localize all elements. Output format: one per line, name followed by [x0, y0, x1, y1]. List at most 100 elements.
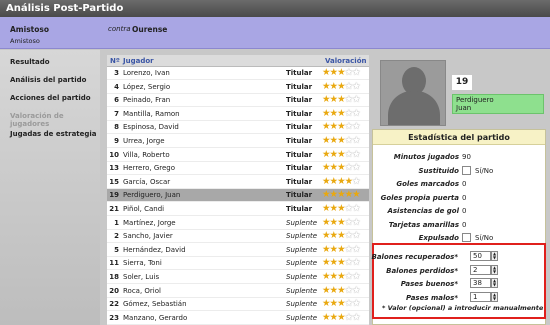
star-filled-icon[interactable]: ★	[337, 312, 345, 323]
table-row[interactable]: 21 Piñol, Candi Titular ★★★★★	[107, 203, 369, 216]
rating-stars[interactable]: ★★★★★	[322, 81, 361, 93]
star-filled-icon[interactable]: ★	[330, 244, 338, 255]
rating-stars[interactable]: ★★★★★	[322, 257, 361, 269]
star-filled-icon[interactable]: ★	[322, 244, 330, 255]
star-empty-icon[interactable]: ★	[345, 298, 353, 309]
stat-stepper-input[interactable]: 38	[470, 278, 491, 288]
star-empty-icon[interactable]: ★	[345, 230, 353, 241]
star-filled-icon[interactable]: ★	[337, 176, 345, 187]
star-empty-icon[interactable]: ★	[345, 81, 353, 92]
star-empty-icon[interactable]: ★	[352, 67, 360, 78]
star-filled-icon[interactable]: ★	[337, 189, 345, 200]
header-num[interactable]: Nº	[110, 57, 120, 65]
table-row[interactable]: 9 Urrea, Jorge Titular ★★★★★	[107, 135, 369, 148]
star-filled-icon[interactable]: ★	[330, 94, 338, 105]
star-empty-icon[interactable]: ★	[345, 67, 353, 78]
star-filled-icon[interactable]: ★	[322, 135, 330, 146]
star-empty-icon[interactable]: ★	[352, 135, 360, 146]
star-empty-icon[interactable]: ★	[352, 312, 360, 323]
star-filled-icon[interactable]: ★	[337, 257, 345, 268]
rating-stars[interactable]: ★★★★★	[322, 176, 361, 188]
table-row[interactable]: 2 Sancho, Javier Suplente ★★★★★	[107, 230, 369, 244]
star-filled-icon[interactable]: ★	[330, 149, 338, 160]
rating-stars[interactable]: ★★★★★	[322, 135, 361, 147]
star-empty-icon[interactable]: ★	[352, 162, 360, 173]
star-filled-icon[interactable]: ★	[330, 203, 338, 214]
star-filled-icon[interactable]: ★	[330, 176, 338, 187]
star-empty-icon[interactable]: ★	[352, 271, 360, 282]
star-filled-icon[interactable]: ★	[337, 244, 345, 255]
star-filled-icon[interactable]: ★	[337, 230, 345, 241]
star-filled-icon[interactable]: ★	[337, 271, 345, 282]
star-filled-icon[interactable]: ★	[330, 108, 338, 119]
star-filled-icon[interactable]: ★	[337, 162, 345, 173]
header-rating[interactable]: Valoración	[325, 57, 366, 65]
star-filled-icon[interactable]: ★	[352, 189, 360, 200]
star-filled-icon[interactable]: ★	[322, 230, 330, 241]
rating-stars[interactable]: ★★★★★	[322, 203, 361, 215]
star-empty-icon[interactable]: ★	[345, 217, 353, 228]
star-empty-icon[interactable]: ★	[352, 244, 360, 255]
table-row[interactable]: 22 Gómez, Sebastián Suplente ★★★★★	[107, 298, 369, 312]
star-filled-icon[interactable]: ★	[330, 230, 338, 241]
star-filled-icon[interactable]: ★	[322, 121, 330, 132]
star-empty-icon[interactable]: ★	[345, 108, 353, 119]
stat-stepper-input[interactable]: 50	[470, 251, 491, 261]
star-empty-icon[interactable]: ★	[345, 162, 353, 173]
rating-stars[interactable]: ★★★★★	[322, 217, 361, 229]
star-empty-icon[interactable]: ★	[352, 217, 360, 228]
star-filled-icon[interactable]: ★	[337, 298, 345, 309]
star-filled-icon[interactable]: ★	[322, 108, 330, 119]
rating-stars[interactable]: ★★★★★	[322, 244, 361, 256]
table-row[interactable]: 1 Martínez, Jorge Suplente ★★★★★	[107, 216, 369, 230]
star-filled-icon[interactable]: ★	[345, 189, 353, 200]
star-empty-icon[interactable]: ★	[352, 203, 360, 214]
star-filled-icon[interactable]: ★	[330, 162, 338, 173]
table-row[interactable]: 23 Manzano, Gerardo Suplente ★★★★★	[107, 311, 369, 325]
table-row[interactable]: 13 Herrero, Grego Titular ★★★★★	[107, 162, 369, 176]
star-filled-icon[interactable]: ★	[337, 67, 345, 78]
table-row[interactable]: 19 Perdiguero, Juan Titular ★★★★★	[107, 189, 369, 203]
stat-checkbox[interactable]	[462, 233, 471, 242]
star-filled-icon[interactable]: ★	[322, 312, 330, 323]
star-filled-icon[interactable]: ★	[322, 67, 330, 78]
star-filled-icon[interactable]: ★	[322, 176, 330, 187]
star-empty-icon[interactable]: ★	[352, 81, 360, 92]
star-filled-icon[interactable]: ★	[337, 81, 345, 92]
table-row[interactable]: 7 Mantilla, Ramon Titular ★★★★★	[107, 107, 369, 121]
star-empty-icon[interactable]: ★	[345, 149, 353, 160]
star-filled-icon[interactable]: ★	[330, 271, 338, 282]
star-filled-icon[interactable]: ★	[322, 203, 330, 214]
stat-checkbox[interactable]	[462, 165, 471, 175]
star-filled-icon[interactable]: ★	[330, 285, 338, 296]
rating-stars[interactable]: ★★★★★	[322, 230, 361, 242]
star-filled-icon[interactable]: ★	[322, 217, 330, 228]
star-filled-icon[interactable]: ★	[322, 94, 330, 105]
rating-stars[interactable]: ★★★★★	[322, 189, 361, 201]
star-empty-icon[interactable]: ★	[345, 203, 353, 214]
star-filled-icon[interactable]: ★	[337, 203, 345, 214]
rating-stars[interactable]: ★★★★★	[322, 67, 361, 79]
star-empty-icon[interactable]: ★	[352, 285, 360, 296]
star-filled-icon[interactable]: ★	[337, 108, 345, 119]
table-row[interactable]: 5 Hernández, David Suplente ★★★★★	[107, 243, 369, 257]
star-filled-icon[interactable]: ★	[330, 135, 338, 146]
star-filled-icon[interactable]: ★	[330, 217, 338, 228]
rating-stars[interactable]: ★★★★★	[322, 285, 361, 297]
star-filled-icon[interactable]: ★	[330, 298, 338, 309]
stat-stepper-input[interactable]: 1	[470, 291, 491, 302]
star-empty-icon[interactable]: ★	[352, 94, 360, 105]
star-empty-icon[interactable]: ★	[352, 230, 360, 241]
star-filled-icon[interactable]: ★	[330, 312, 338, 323]
menu-item-analisis[interactable]: Análisis del partido	[10, 76, 86, 84]
star-filled-icon[interactable]: ★	[322, 189, 330, 200]
star-filled-icon[interactable]: ★	[322, 257, 330, 268]
stepper-arrows-icon[interactable]: ▲ ▼	[491, 251, 498, 261]
star-empty-icon[interactable]: ★	[352, 121, 360, 132]
star-filled-icon[interactable]: ★	[322, 149, 330, 160]
table-row[interactable]: 20 Roca, Oriol Suplente ★★★★★	[107, 284, 369, 298]
star-filled-icon[interactable]: ★	[337, 94, 345, 105]
table-row[interactable]: 15 García, Oscar Titular ★★★★★	[107, 175, 369, 189]
star-filled-icon[interactable]: ★	[322, 285, 330, 296]
star-filled-icon[interactable]: ★	[330, 67, 338, 78]
